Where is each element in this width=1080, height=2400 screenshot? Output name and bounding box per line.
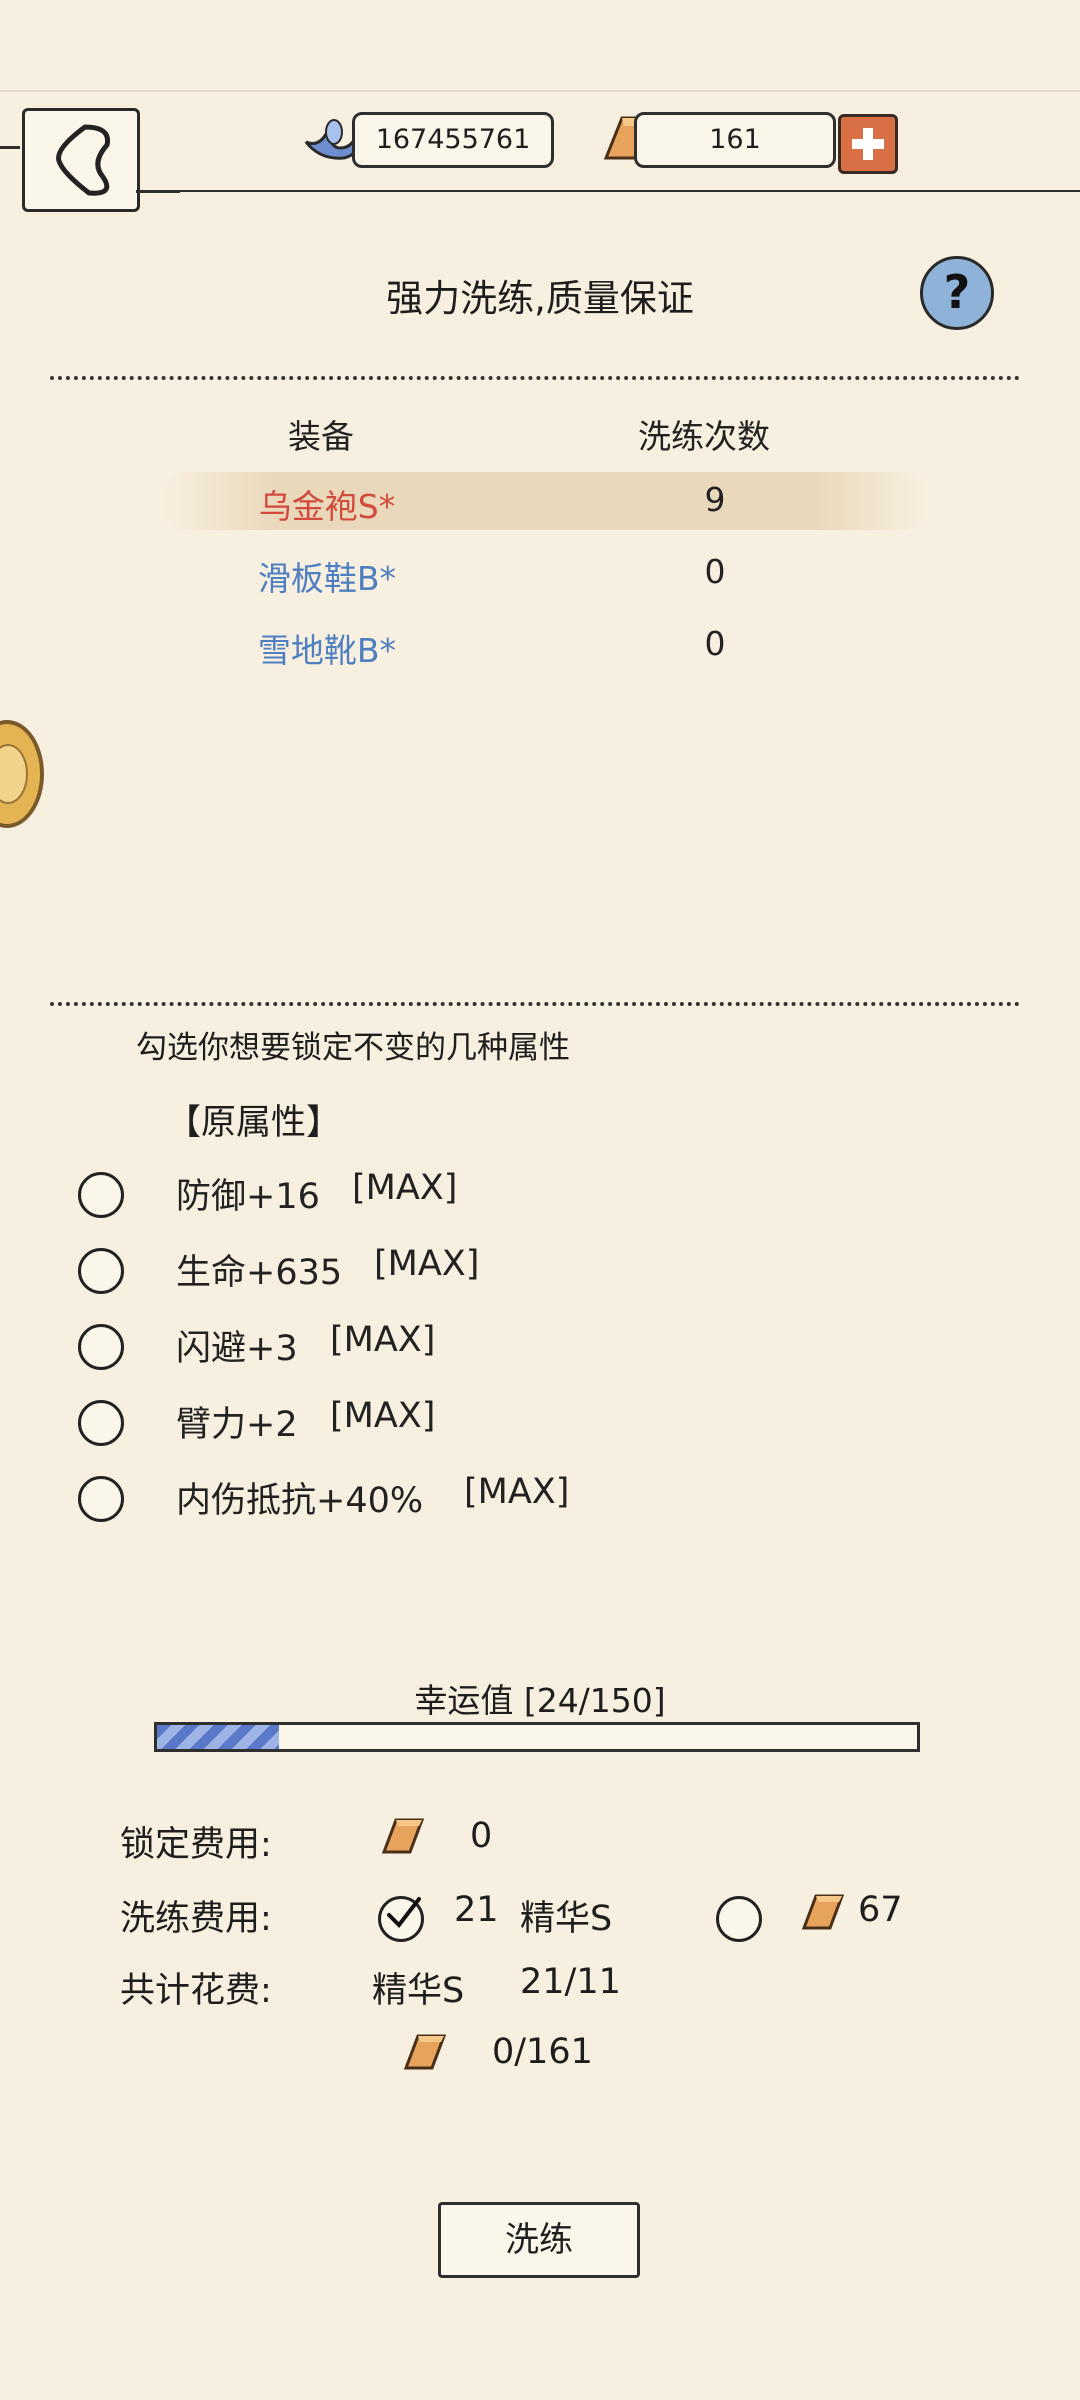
side-medallion-icon[interactable]	[0, 720, 44, 828]
attribute-1-tag: [MAX]	[352, 1168, 458, 1208]
silver-amount: 167455761	[352, 112, 554, 168]
attribute-2-name: 生命+635	[176, 1253, 343, 1293]
luck-value-label: 幸运值 [24/150]	[414, 1681, 666, 1720]
refine-button[interactable]: 洗练	[438, 2202, 640, 2278]
total-essence-name: 精华S	[372, 1971, 465, 2011]
essence-payment-radio[interactable]	[378, 1896, 424, 1942]
attribute-2-tag: [MAX]	[374, 1244, 480, 1284]
gold-bar-icon	[402, 2030, 448, 2074]
attribute-lock-radio-2[interactable]	[78, 1248, 124, 1294]
refine-count-column-header: 洗练次数	[638, 417, 770, 456]
attribute-lock-radio-5[interactable]	[78, 1476, 124, 1522]
refine-essence-name: 精华S	[520, 1899, 613, 1939]
attribute-3-tag: [MAX]	[330, 1320, 436, 1360]
total-cost-label: 共计花费:	[120, 1971, 272, 2011]
refine-gold-amount: 67	[858, 1890, 903, 1930]
add-gold-button[interactable]	[838, 114, 898, 174]
gold-bar-icon	[800, 1890, 846, 1934]
equipment-row-3-count: 0	[704, 624, 726, 663]
attribute-3-name: 闪避+3	[176, 1329, 298, 1369]
left-rule	[0, 146, 20, 149]
lock-cost-label: 锁定费用:	[120, 1825, 272, 1865]
dotted-divider-middle	[50, 1002, 1020, 1006]
equipment-column-header: 装备	[288, 417, 354, 456]
original-attributes-title: 【原属性】	[166, 1103, 342, 1143]
lock-hint-text: 勾选你想要锁定不变的几种属性	[136, 1030, 570, 1066]
attribute-5-tag: [MAX]	[464, 1472, 570, 1512]
gold-bar-icon	[380, 1814, 426, 1858]
back-button[interactable]	[22, 108, 140, 212]
attribute-lock-radio-1[interactable]	[78, 1172, 124, 1218]
attribute-5-name: 内伤抵抗+40%	[176, 1481, 424, 1521]
attribute-4-tag: [MAX]	[330, 1396, 436, 1436]
total-gold-value: 0/161	[492, 2032, 593, 2072]
help-button[interactable]: ?	[920, 256, 994, 330]
luck-progress-bar	[154, 1722, 920, 1752]
equipment-row-2-count: 0	[704, 552, 726, 591]
attribute-lock-radio-4[interactable]	[78, 1400, 124, 1446]
equipment-row-2-name[interactable]: 滑板鞋B*	[177, 552, 477, 600]
equipment-row-3-name[interactable]: 雪地靴B*	[177, 624, 477, 672]
refine-cost-label: 洗练费用:	[120, 1899, 272, 1939]
check-icon	[387, 1897, 421, 1929]
attribute-1-name: 防御+16	[176, 1177, 320, 1217]
dotted-divider-top	[50, 376, 1020, 380]
header-rule-2	[160, 190, 1080, 192]
equipment-row-1-count: 9	[704, 480, 726, 519]
lock-cost-value: 0	[470, 1816, 493, 1856]
back-arrow-icon	[56, 124, 111, 196]
page-title: 强力洗练,质量保证	[386, 277, 694, 320]
equipment-row-1-name[interactable]: 乌金袍S*	[177, 480, 477, 528]
total-essence-value: 21/11	[520, 1962, 621, 2002]
gold-amount: 161	[634, 112, 836, 168]
top-divider	[0, 90, 1080, 92]
attribute-4-name: 臂力+2	[176, 1405, 298, 1445]
refine-essence-amount: 21	[454, 1890, 499, 1930]
gold-payment-radio[interactable]	[716, 1896, 762, 1942]
attribute-lock-radio-3[interactable]	[78, 1324, 124, 1370]
luck-progress-fill	[157, 1725, 279, 1749]
